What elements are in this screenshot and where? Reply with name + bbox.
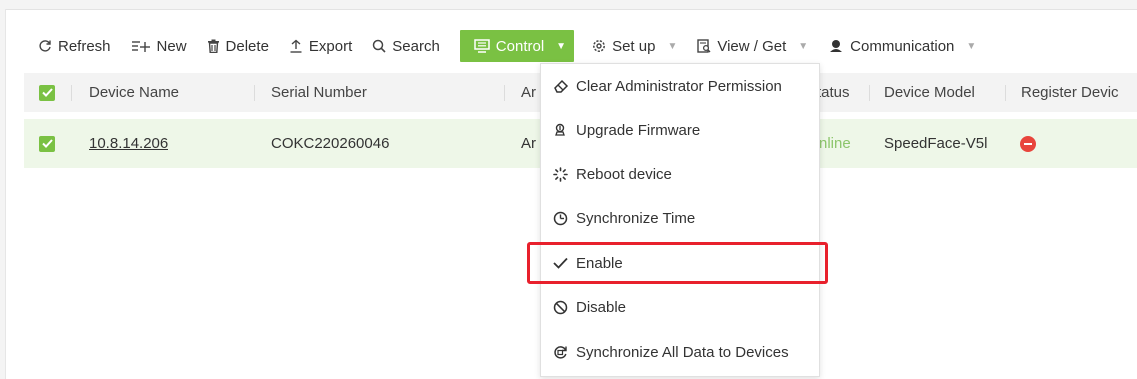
caret-down-icon: ▼ — [667, 40, 678, 52]
upgrade-icon — [553, 123, 571, 137]
area-cell: Ar — [521, 135, 536, 152]
spinner-icon — [553, 166, 571, 182]
upload-icon — [289, 39, 303, 53]
control-dropdown-menu: Clear Administrator Permission Upgrade F… — [540, 63, 820, 377]
delete-label: Delete — [225, 37, 269, 55]
minus-circle-icon — [1020, 135, 1036, 152]
clock-sync-icon — [553, 211, 571, 226]
status-cell: nline — [819, 135, 851, 152]
serial-number-cell: COKC220260046 — [271, 135, 390, 152]
delete-button[interactable]: Delete — [207, 30, 269, 62]
device-model-cell: SpeedFace-V5l — [884, 135, 988, 152]
search-icon — [372, 39, 386, 53]
gear-icon — [592, 39, 606, 53]
setup-dropdown-button[interactable]: Set up ▼ — [592, 30, 677, 62]
view-get-label: View / Get — [717, 37, 787, 55]
col-register-device[interactable]: Register Devic — [1021, 73, 1119, 112]
window-left-frame — [0, 9, 6, 379]
refresh-icon — [38, 39, 52, 53]
window-top-frame — [0, 0, 1137, 10]
refresh-button[interactable]: Refresh — [38, 30, 111, 62]
col-device-model[interactable]: Device Model — [884, 73, 975, 112]
monitor-icon — [474, 39, 490, 53]
menu-item-label: Clear Administrator Permission — [576, 77, 782, 95]
toolbar: Refresh New Delete Export Search Control… — [38, 30, 996, 62]
device-name-link[interactable]: 10.8.14.206 — [89, 135, 168, 152]
row-checkbox[interactable] — [39, 119, 55, 168]
select-all-checkbox[interactable] — [39, 73, 55, 112]
view-get-dropdown-button[interactable]: View / Get ▼ — [697, 30, 808, 62]
menu-item-label: Synchronize Time — [576, 209, 696, 227]
refresh-label: Refresh — [58, 37, 111, 55]
eraser-icon — [553, 79, 571, 93]
menu-item-label: Enable — [576, 254, 623, 272]
new-icon — [131, 39, 151, 53]
menu-item-upgrade-firmware[interactable]: Upgrade Firmware — [541, 118, 819, 142]
communication-icon — [828, 39, 844, 53]
communication-label: Communication — [850, 37, 955, 55]
col-area[interactable]: Ar — [521, 73, 536, 112]
trash-icon — [207, 39, 220, 53]
setup-label: Set up — [612, 37, 656, 55]
col-status[interactable]: tatus — [817, 73, 850, 112]
new-label: New — [156, 37, 187, 55]
new-button[interactable]: New — [131, 30, 187, 62]
sync-data-icon — [553, 345, 571, 360]
menu-item-label: Disable — [576, 298, 627, 316]
export-label: Export — [308, 37, 353, 55]
communication-dropdown-button[interactable]: Communication ▼ — [828, 30, 976, 62]
menu-item-synchronize-time[interactable]: Synchronize Time — [541, 206, 819, 230]
view-document-icon — [697, 39, 711, 53]
search-label: Search — [392, 37, 440, 55]
menu-item-label: Reboot device — [576, 165, 672, 183]
search-button[interactable]: Search — [372, 30, 440, 62]
menu-item-synchronize-all-data[interactable]: Synchronize All Data to Devices — [541, 340, 819, 364]
caret-down-icon: ▼ — [966, 40, 977, 52]
col-device-name[interactable]: Device Name — [89, 73, 179, 112]
menu-item-reboot-device[interactable]: Reboot device — [541, 162, 819, 186]
register-device-cell — [1020, 119, 1036, 168]
menu-item-label: Synchronize All Data to Devices — [576, 343, 789, 361]
caret-down-icon: ▼ — [798, 40, 809, 52]
export-button[interactable]: Export — [289, 30, 352, 62]
menu-item-label: Upgrade Firmware — [576, 121, 701, 139]
ban-icon — [553, 300, 571, 315]
col-serial-number[interactable]: Serial Number — [271, 73, 367, 112]
control-label: Control — [495, 37, 545, 55]
menu-item-clear-admin-permission[interactable]: Clear Administrator Permission — [541, 74, 819, 98]
menu-item-enable[interactable]: Enable — [541, 251, 819, 275]
menu-item-disable[interactable]: Disable — [541, 295, 819, 319]
check-icon — [553, 257, 571, 269]
control-dropdown-button[interactable]: Control ▼ — [459, 30, 575, 62]
caret-down-icon: ▼ — [556, 40, 567, 52]
